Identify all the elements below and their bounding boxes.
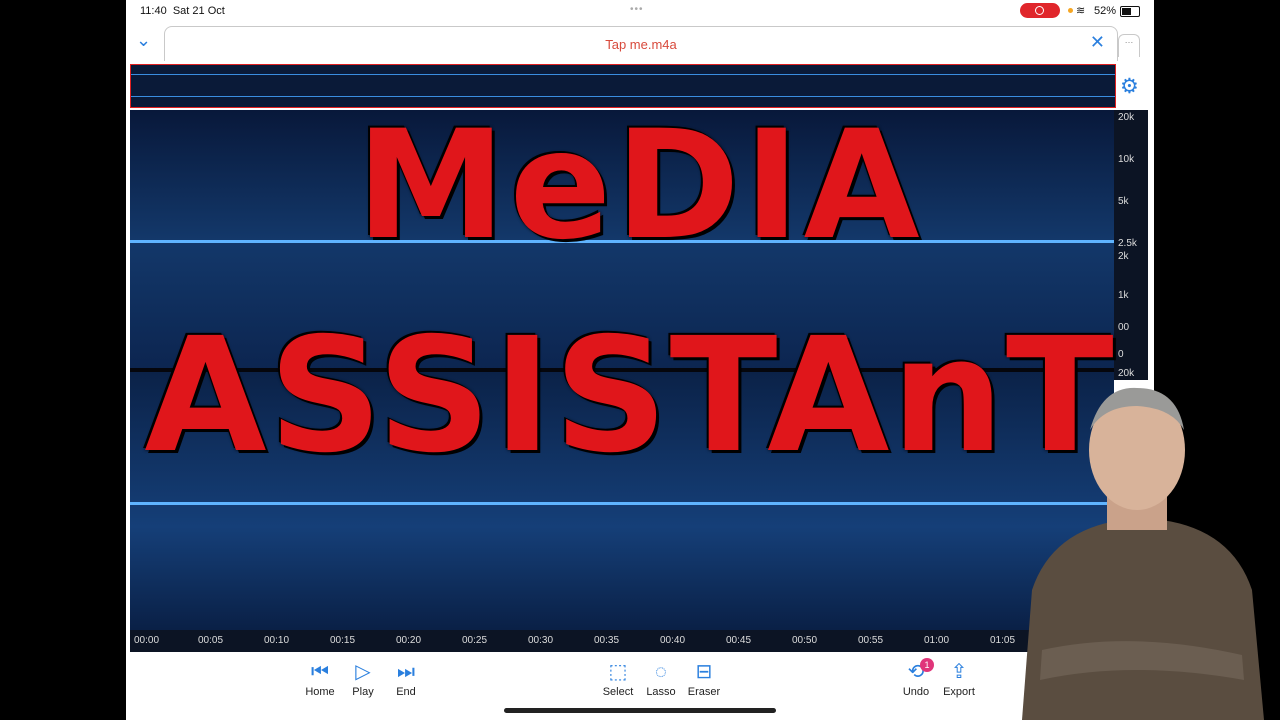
more-tabs-button[interactable]: … <box>1118 34 1140 57</box>
freq-label: 2.5k <box>1118 238 1137 249</box>
waveform-left <box>130 240 1114 243</box>
time-label: 00:05 <box>198 635 224 646</box>
waveform-overview[interactable] <box>130 64 1116 108</box>
status-bar: 11:40 Sat 21 Oct ••• ≋ 52% <box>126 0 1154 22</box>
time-label: 00:10 <box>264 635 290 646</box>
freq-label: 20k <box>1118 112 1135 123</box>
mic-indicator <box>1068 8 1073 13</box>
freq-label: 5k <box>1118 196 1129 207</box>
presenter-photo <box>1022 387 1264 720</box>
eraser-label: Eraser <box>687 686 721 698</box>
export-label: Export <box>943 686 975 698</box>
select-label: Select <box>602 686 634 698</box>
file-tab-title: Tap me.m4a <box>605 37 677 52</box>
time-label: 00:45 <box>726 635 752 646</box>
export-button[interactable]: ⇪ Export <box>933 660 985 698</box>
waveform-right <box>130 502 1114 505</box>
home-indicator[interactable] <box>504 708 776 713</box>
export-icon: ⇪ <box>950 661 968 683</box>
wifi-icon: ≋ <box>1076 5 1086 17</box>
end-label: End <box>396 686 416 698</box>
time-label: 00:55 <box>858 635 884 646</box>
time-label: 00:00 <box>134 635 160 646</box>
time-label: 00:20 <box>396 635 422 646</box>
time-label: 00:35 <box>594 635 620 646</box>
frequency-axis: 20k 10k 5k 2.5k 2k 1k 00 0 20k <box>1114 110 1148 380</box>
time-ruler[interactable]: 00:00 00:05 00:10 00:15 00:20 00:25 00:3… <box>130 630 1150 652</box>
tab-bar: Tap me.m4a ✕ <box>126 24 1154 62</box>
time-label: 01:00 <box>924 635 950 646</box>
spectrogram-channel-right <box>130 372 1114 630</box>
play-label: Play <box>352 686 374 698</box>
close-icon[interactable]: ✕ <box>1090 32 1105 53</box>
overview-channel-right <box>131 96 1115 97</box>
ipad-screen: 11:40 Sat 21 Oct ••• ≋ 52% Tap me.m4a ✕ … <box>126 0 1154 720</box>
spectrogram[interactable] <box>130 110 1114 630</box>
end-button[interactable]: ⏭ End <box>380 660 432 698</box>
last-page-icon: ⏭ <box>397 661 415 683</box>
freq-label: 2k <box>1118 251 1129 262</box>
time-label: 00:40 <box>660 635 686 646</box>
home-label: Home <box>305 686 335 698</box>
overview-channel-left <box>131 74 1115 75</box>
freq-label: 00 <box>1118 322 1130 333</box>
time-label: 00:25 <box>462 635 488 646</box>
battery-icon <box>1120 6 1140 17</box>
gear-icon[interactable]: ⚙ <box>1120 74 1139 99</box>
chevron-down-icon[interactable]: ⌄ <box>136 30 151 51</box>
undo-label: Undo <box>902 686 930 698</box>
battery-percent: 52% <box>1094 5 1117 17</box>
freq-label: 20k <box>1118 368 1135 379</box>
freq-label: 10k <box>1118 154 1135 165</box>
eraser-icon: ⊟ <box>695 661 713 683</box>
file-tab[interactable]: Tap me.m4a ✕ <box>164 26 1118 61</box>
time-label: 00:30 <box>528 635 554 646</box>
eraser-button[interactable]: ⊟ Eraser <box>678 660 730 698</box>
lasso-label: Lasso <box>646 686 676 698</box>
time-label: 00:50 <box>792 635 818 646</box>
freq-label: 0 <box>1118 349 1124 360</box>
screen-record-indicator[interactable] <box>1020 3 1060 18</box>
undo-count-badge: 1 <box>920 658 934 672</box>
status-time: 11:40 Sat 21 Oct <box>140 5 225 17</box>
time-label: 00:15 <box>330 635 356 646</box>
multitask-dots[interactable]: ••• <box>630 4 644 15</box>
freq-label: 1k <box>1118 290 1129 301</box>
